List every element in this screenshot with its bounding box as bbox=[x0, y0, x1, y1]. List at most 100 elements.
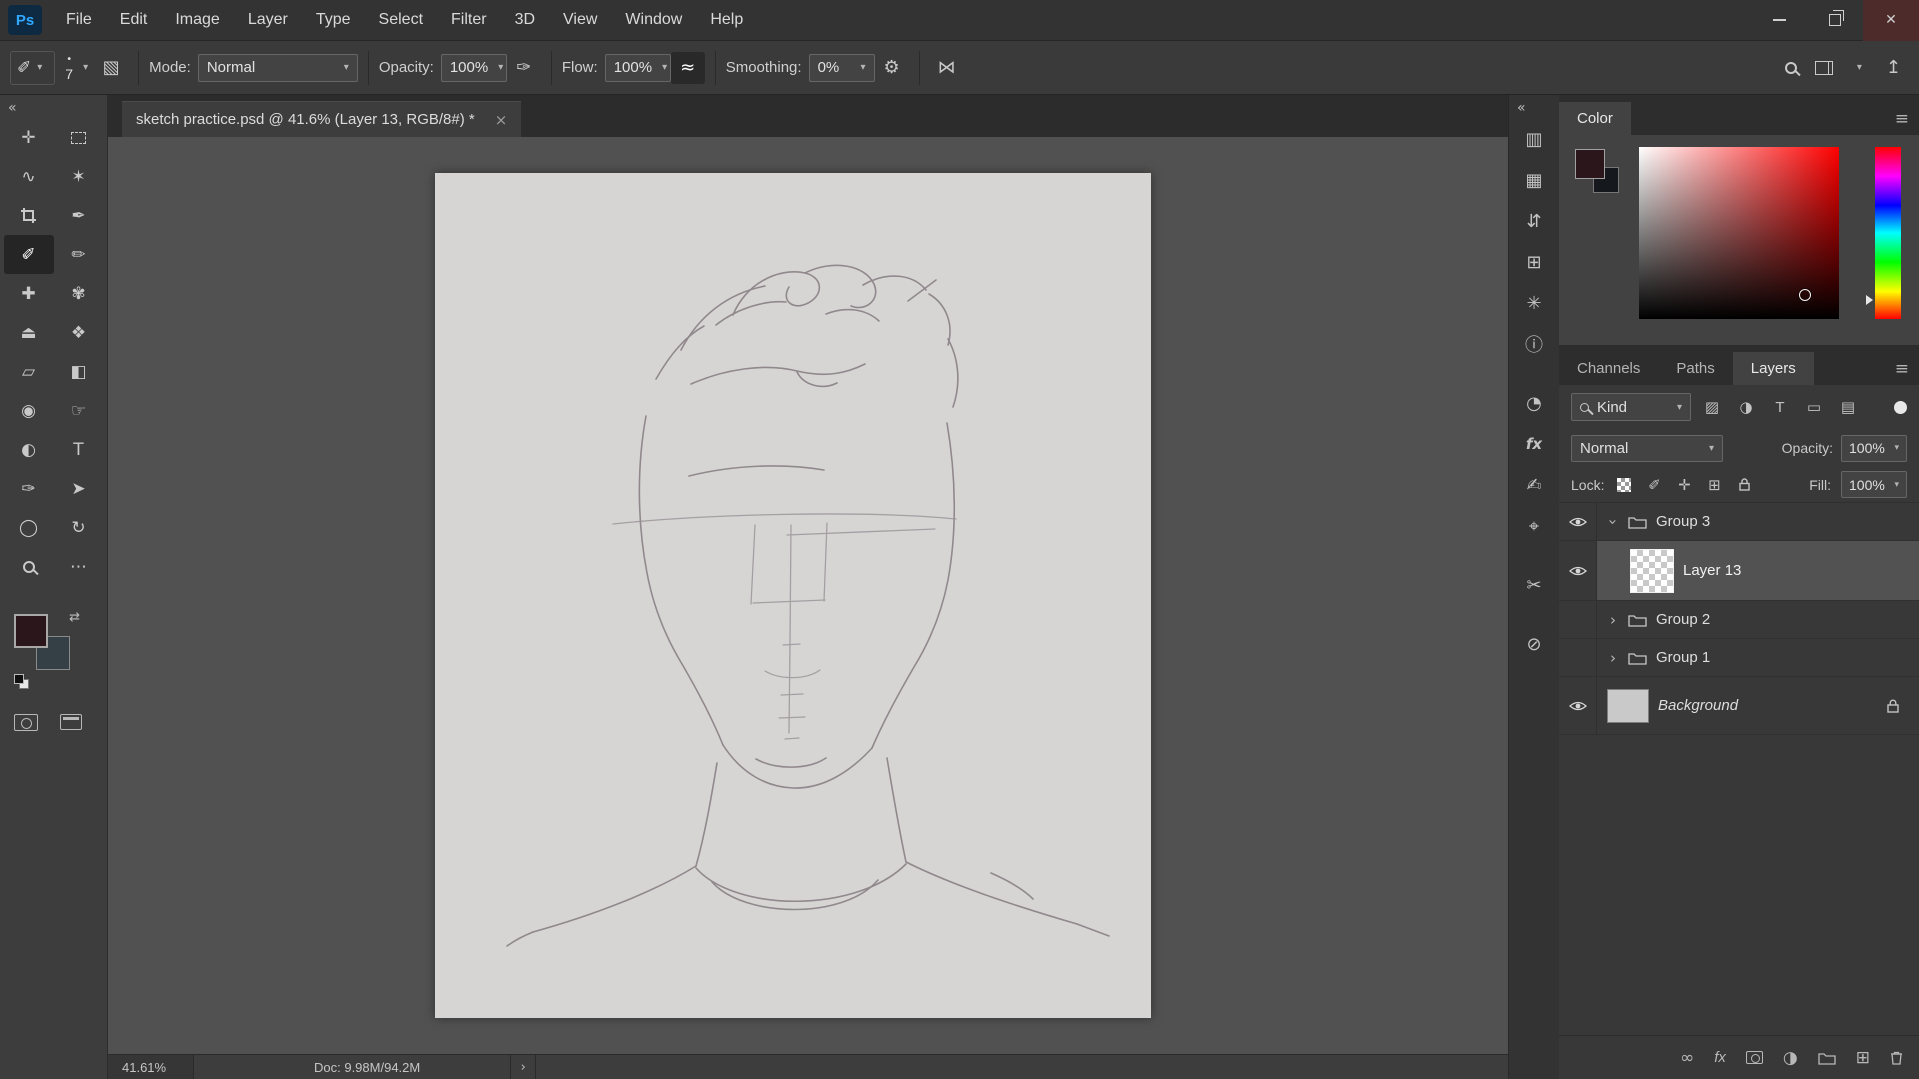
dodge-tool[interactable]: ◐ bbox=[4, 430, 54, 469]
blend-mode-select[interactable]: Normal ▾ bbox=[198, 54, 358, 82]
clone-stamp-tool[interactable]: ⏏ bbox=[4, 313, 54, 352]
mixer-brush-tool[interactable]: ✾ bbox=[54, 274, 104, 313]
gradients-panel-icon[interactable]: ◔ bbox=[1514, 385, 1554, 421]
type-tool[interactable]: T bbox=[54, 430, 104, 469]
pencil-tool[interactable]: ✏ bbox=[54, 235, 104, 274]
add-layer-mask-icon[interactable] bbox=[1746, 1051, 1763, 1064]
foreground-color-swatch[interactable] bbox=[1575, 149, 1605, 179]
paint-bucket-tool[interactable]: ◧ bbox=[54, 352, 104, 391]
crop-tool[interactable] bbox=[4, 196, 54, 235]
delete-layer-icon[interactable] bbox=[1890, 1050, 1903, 1065]
document-tab[interactable]: sketch practice.psd @ 41.6% (Layer 13, R… bbox=[122, 101, 521, 137]
eraser-tool[interactable]: ▱ bbox=[4, 352, 54, 391]
chevron-down-icon[interactable]: ▾ bbox=[83, 62, 88, 73]
minimize-button[interactable] bbox=[1751, 0, 1807, 41]
filter-shape-layers-icon[interactable]: ▭ bbox=[1801, 394, 1827, 420]
pattern-stamp-tool[interactable]: ❖ bbox=[54, 313, 104, 352]
quick-mask-icon[interactable] bbox=[14, 714, 38, 731]
restore-button[interactable] bbox=[1807, 0, 1863, 41]
visibility-toggle[interactable] bbox=[1559, 541, 1597, 600]
search-icon[interactable] bbox=[1785, 62, 1797, 74]
zoom-tool[interactable] bbox=[4, 547, 54, 586]
lock-pixels-icon[interactable]: ✐ bbox=[1644, 476, 1664, 494]
panel-menu-icon[interactable]: ≡ bbox=[1895, 359, 1909, 385]
brushes-panel-icon[interactable]: ✍ bbox=[1514, 467, 1554, 503]
swap-colors-icon[interactable]: ⇄ bbox=[69, 610, 80, 625]
tab-close-icon[interactable]: × bbox=[495, 111, 508, 129]
lasso-tool[interactable]: ∿ bbox=[4, 157, 54, 196]
marquee-tool[interactable] bbox=[54, 118, 104, 157]
chevron-down-icon[interactable]: ▾ bbox=[1857, 62, 1862, 73]
smoothing-options-gear-icon[interactable]: ⚙ bbox=[875, 52, 909, 84]
smudge-tool[interactable]: ☞ bbox=[54, 391, 104, 430]
clone-source-panel-icon[interactable]: ⌖ bbox=[1514, 508, 1554, 544]
visibility-toggle[interactable] bbox=[1559, 639, 1597, 676]
layer-row-group-3[interactable]: › Group 3 bbox=[1559, 503, 1919, 541]
adjustments-panel-icon[interactable]: ✳ bbox=[1514, 285, 1554, 321]
expand-chevron-icon[interactable]: › bbox=[1607, 649, 1619, 667]
styles-panel-icon[interactable]: fx bbox=[1514, 426, 1554, 462]
layer-opacity-input[interactable]: 100% ▾ bbox=[1841, 435, 1907, 462]
expand-chevron-icon[interactable]: › bbox=[1607, 611, 1619, 629]
tab-color[interactable]: Color bbox=[1559, 102, 1631, 135]
share-icon[interactable]: ↥ bbox=[1886, 57, 1901, 78]
brush-settings-panel-icon[interactable]: ▥ bbox=[1514, 121, 1554, 157]
foreground-color-swatch[interactable] bbox=[14, 614, 48, 648]
new-group-icon[interactable] bbox=[1818, 1051, 1836, 1065]
menu-3d[interactable]: 3D bbox=[501, 0, 549, 40]
layer-fill-input[interactable]: 100% ▾ bbox=[1841, 471, 1907, 498]
filter-kind-select[interactable]: Kind ▾ bbox=[1571, 393, 1691, 421]
layer-row-layer-13[interactable]: Layer 13 bbox=[1559, 541, 1919, 601]
menu-type[interactable]: Type bbox=[302, 0, 365, 40]
eyedropper-tool[interactable]: ✒ bbox=[54, 196, 104, 235]
screen-mode-icon[interactable] bbox=[60, 714, 82, 730]
menu-view[interactable]: View bbox=[549, 0, 611, 40]
visibility-toggle[interactable] bbox=[1559, 601, 1597, 638]
layer-thumbnail[interactable] bbox=[1607, 689, 1649, 723]
color-picker-cursor[interactable] bbox=[1799, 289, 1811, 301]
layer-blend-mode-select[interactable]: Normal ▾ bbox=[1571, 435, 1723, 462]
shape-tool[interactable]: ◯ bbox=[4, 508, 54, 547]
expand-chevron-icon[interactable]: › bbox=[1604, 516, 1622, 528]
lock-all-icon[interactable] bbox=[1734, 478, 1754, 491]
filter-type-layers-icon[interactable]: T bbox=[1767, 394, 1793, 420]
tab-layers[interactable]: Layers bbox=[1733, 352, 1814, 385]
layer-style-fx-icon[interactable]: fx bbox=[1714, 1049, 1726, 1066]
lock-transparency-icon[interactable] bbox=[1614, 478, 1634, 492]
menu-file[interactable]: File bbox=[52, 0, 106, 40]
patterns-panel-icon[interactable]: ⊞ bbox=[1514, 244, 1554, 280]
tab-paths[interactable]: Paths bbox=[1658, 352, 1732, 385]
layer-row-group-2[interactable]: › Group 2 bbox=[1559, 601, 1919, 639]
tab-channels[interactable]: Channels bbox=[1559, 352, 1658, 385]
smoothing-input[interactable]: 0% ▾ bbox=[809, 54, 875, 82]
path-selection-tool[interactable]: ➤ bbox=[54, 469, 104, 508]
visibility-toggle[interactable] bbox=[1559, 503, 1597, 540]
menu-edit[interactable]: Edit bbox=[106, 0, 162, 40]
hue-slider[interactable] bbox=[1875, 147, 1901, 319]
layer-row-group-1[interactable]: › Group 1 bbox=[1559, 639, 1919, 677]
layer-filter-toggle[interactable] bbox=[1894, 401, 1907, 414]
lock-artboard-icon[interactable]: ⊞ bbox=[1704, 476, 1724, 494]
status-options-chevron-icon[interactable]: › bbox=[510, 1055, 536, 1079]
properties-panel-icon[interactable]: ⇵ bbox=[1514, 203, 1554, 239]
move-tool[interactable]: ✛ bbox=[4, 118, 54, 157]
airbrush-icon[interactable]: ≈ bbox=[671, 52, 705, 84]
symmetry-icon[interactable]: ⋈ bbox=[930, 52, 964, 84]
link-layers-icon[interactable]: ∞ bbox=[1680, 1048, 1694, 1068]
menu-window[interactable]: Window bbox=[611, 0, 696, 40]
lock-position-icon[interactable]: ✛ bbox=[1674, 476, 1694, 494]
toolbar-collapse-icon[interactable]: « bbox=[0, 95, 107, 118]
canvas[interactable] bbox=[435, 173, 1151, 1018]
layer-row-background[interactable]: Background bbox=[1559, 677, 1919, 735]
filter-adjustment-layers-icon[interactable]: ◑ bbox=[1733, 394, 1759, 420]
menu-select[interactable]: Select bbox=[365, 0, 437, 40]
filter-smart-objects-icon[interactable]: ▤ bbox=[1835, 394, 1861, 420]
prohibit-panel-icon[interactable]: ⊘ bbox=[1514, 626, 1554, 662]
tool-preset-picker[interactable]: ✐ ▾ bbox=[10, 51, 55, 85]
panel-menu-icon[interactable]: ≡ bbox=[1895, 109, 1909, 135]
opacity-input[interactable]: 100% ▾ bbox=[441, 54, 507, 82]
menu-help[interactable]: Help bbox=[696, 0, 757, 40]
pen-tool[interactable]: ✑ bbox=[4, 469, 54, 508]
menu-filter[interactable]: Filter bbox=[437, 0, 501, 40]
swatches-panel-icon[interactable]: ▦ bbox=[1514, 162, 1554, 198]
